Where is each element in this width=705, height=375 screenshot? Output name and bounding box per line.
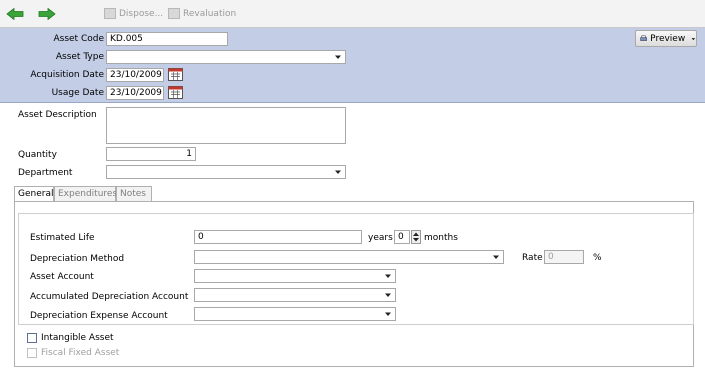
- asset-type-label: Asset Type: [55, 52, 104, 62]
- toolbar: Dispose... Revaluation: [0, 0, 705, 28]
- asset-code-label: Asset Code: [53, 34, 104, 44]
- preview-label: Preview: [650, 33, 686, 44]
- rate-percent-label: %: [593, 253, 602, 263]
- calendar-icon[interactable]: [168, 86, 183, 99]
- rate-input: 0: [544, 250, 584, 264]
- revaluation-button[interactable]: Revaluation: [168, 8, 236, 19]
- months-input[interactable]: 0: [394, 230, 410, 244]
- asset-account-label: Asset Account: [30, 272, 94, 282]
- quantity-label: Quantity: [18, 150, 57, 160]
- revaluation-icon: [168, 8, 180, 19]
- dispose-label: Dispose...: [119, 8, 164, 19]
- asset-description-label: Asset Description: [18, 110, 97, 120]
- dispose-button[interactable]: Dispose...: [104, 8, 163, 19]
- acquisition-date-label: Acquisition Date: [30, 70, 104, 80]
- acquisition-date-input[interactable]: 23/10/2009: [106, 68, 164, 82]
- depreciation-method-select[interactable]: [194, 250, 504, 264]
- department-select[interactable]: [106, 165, 346, 179]
- calendar-icon[interactable]: [168, 68, 183, 81]
- asset-description-input[interactable]: [106, 107, 346, 144]
- depreciation-expense-label: Depreciation Expense Account: [30, 311, 168, 321]
- depreciation-expense-select[interactable]: [194, 307, 396, 321]
- preview-button[interactable]: Preview: [635, 30, 697, 47]
- years-label: years: [368, 233, 393, 243]
- rate-label: Rate: [522, 253, 543, 263]
- chevron-down-icon[interactable]: [333, 52, 343, 62]
- intangible-asset-label: Intangible Asset: [41, 333, 114, 343]
- accumulated-depreciation-select[interactable]: [194, 288, 396, 302]
- chevron-down-icon[interactable]: [333, 167, 343, 177]
- estimated-life-label: Estimated Life: [30, 233, 95, 243]
- chevron-down-icon[interactable]: [383, 309, 393, 319]
- usage-date-input[interactable]: 23/10/2009: [106, 86, 164, 100]
- asset-account-select[interactable]: [194, 269, 396, 283]
- intangible-asset-checkbox[interactable]: [27, 333, 37, 343]
- usage-date-label: Usage Date: [51, 88, 104, 98]
- asset-code-input[interactable]: KD.005: [106, 32, 228, 46]
- back-arrow-icon[interactable]: [6, 8, 24, 20]
- chevron-down-icon[interactable]: [383, 290, 393, 300]
- months-label: months: [424, 233, 458, 243]
- months-spinner-icon[interactable]: [411, 230, 421, 244]
- tab-notes[interactable]: Notes: [116, 186, 152, 202]
- department-label: Department: [18, 168, 73, 178]
- estimated-life-years-input[interactable]: 0: [194, 230, 362, 244]
- dispose-icon: [104, 8, 116, 19]
- tab-expenditures[interactable]: Expenditures: [54, 186, 117, 202]
- revaluation-label: Revaluation: [183, 8, 237, 19]
- chevron-down-icon[interactable]: [491, 252, 501, 262]
- chevron-down-icon[interactable]: [383, 271, 393, 281]
- tab-general[interactable]: General: [14, 186, 54, 202]
- fiscal-fixed-asset-checkbox: [27, 348, 37, 358]
- accumulated-depreciation-label: Accumulated Depreciation Account: [30, 292, 189, 302]
- depreciation-method-label: Depreciation Method: [30, 254, 125, 264]
- chevron-down-icon: [691, 37, 696, 40]
- forward-arrow-icon[interactable]: [38, 8, 56, 20]
- quantity-input[interactable]: 1: [106, 147, 196, 161]
- printer-icon: [640, 35, 647, 41]
- asset-type-select[interactable]: [106, 50, 346, 64]
- fiscal-fixed-asset-label: Fiscal Fixed Asset: [41, 348, 120, 358]
